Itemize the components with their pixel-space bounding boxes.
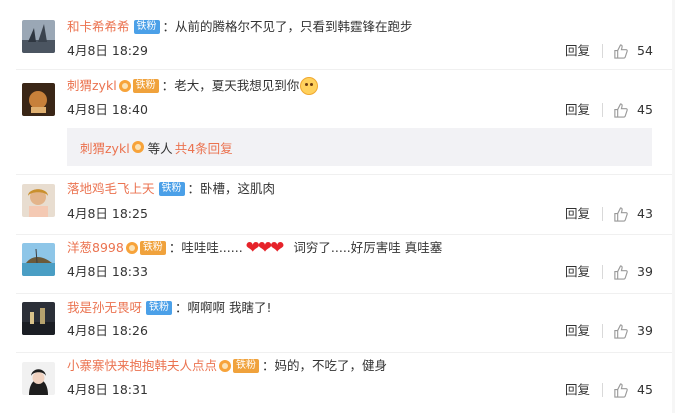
heart-emoji-icon: ❤❤❤ [245, 238, 285, 258]
iron-fan-badge: 铁粉 [158, 182, 185, 196]
sub-reply-others: 等人 [147, 140, 173, 156]
reply-button[interactable]: 回复 [565, 43, 590, 59]
comment-actions: 回复 45 [565, 382, 660, 398]
thumbs-up-icon[interactable] [613, 102, 628, 118]
separator: ： [161, 78, 175, 93]
view-all-replies-link[interactable]: 共4条回复 [175, 138, 233, 157]
divider [602, 324, 604, 338]
reply-button[interactable]: 回复 [565, 206, 590, 222]
separator: ： [262, 358, 275, 373]
avatar[interactable] [22, 20, 55, 53]
comment-actions: 回复 39 [565, 323, 660, 339]
comment-actions: 回复 45 [565, 102, 660, 118]
thumbs-up-icon[interactable] [613, 206, 628, 222]
username-link[interactable]: 落地鸡毛飞上天 [67, 179, 155, 199]
vip-icon [118, 80, 131, 92]
reply-button[interactable]: 回复 [565, 264, 590, 280]
divider [602, 265, 604, 279]
separator: ： [162, 19, 176, 34]
divider [602, 103, 604, 117]
vip-icon [131, 141, 144, 153]
thumbs-up-icon[interactable] [613, 43, 628, 59]
thumbs-up-icon[interactable] [613, 264, 628, 280]
reply-button[interactable]: 回复 [565, 323, 590, 339]
comment-text: 啊啊啊 我瞎了! [187, 300, 272, 315]
comment-actions: 回复 43 [565, 206, 660, 222]
laughing-emoji-icon [300, 77, 319, 95]
comment-time: 4月8日 18:40 [67, 102, 148, 117]
iron-fan-badge: 铁粉 [146, 301, 173, 315]
comment-item: 落地鸡毛飞上天 铁粉 ： 卧槽，这肌肉 4月8日 18:25 回复 43 [0, 175, 675, 234]
username-link[interactable]: 小寨寨快来抱抱韩夫人点点 [67, 356, 217, 376]
avatar[interactable] [22, 243, 55, 276]
comment-time: 4月8日 18:33 [67, 264, 148, 279]
like-count: 39 [637, 264, 653, 279]
separator: ： [187, 181, 201, 196]
like-count: 43 [637, 206, 653, 221]
comment-line: 和卡希希希 铁粉 ： 从前的腾格尔不见了，只看到韩霆锋在跑步 [67, 17, 413, 37]
comment-text: 词穷了.....好厉害哇 真哇塞 [293, 240, 443, 255]
comment-item: 我是孙无畏呀 铁粉 ： 啊啊啊 我瞎了! 4月8日 18:26 回复 39 [0, 294, 675, 352]
comment-line: 我是孙无畏呀 铁粉 ： 啊啊啊 我瞎了! [67, 298, 272, 318]
comment-actions: 回复 54 [565, 43, 660, 59]
comment-item: 小寨寨快来抱抱韩夫人点点 铁粉 ： 妈的，不吃了，健身 4月8日 18:31 回… [0, 353, 675, 413]
sub-reply-summary[interactable]: 刺猬zykl 等人 共4条回复 [67, 128, 652, 166]
comment-line: 刺猬zykl 铁粉 ： 老大，夏天我想见到你 [67, 76, 319, 96]
thumbs-up-icon[interactable] [613, 323, 628, 339]
avatar[interactable] [22, 184, 55, 217]
comment-text: 卧槽，这肌肉 [200, 181, 276, 196]
username-link[interactable]: 刺猬zykl [67, 76, 117, 96]
username-link[interactable]: 和卡希希希 [67, 17, 130, 37]
divider [602, 44, 604, 58]
like-count: 54 [637, 43, 653, 58]
divider [602, 383, 604, 397]
avatar[interactable] [22, 362, 55, 395]
divider [602, 207, 604, 221]
iron-fan-badge: 铁粉 [139, 241, 166, 255]
vip-icon [125, 242, 138, 254]
reply-button[interactable]: 回复 [565, 382, 590, 398]
comment-line: 落地鸡毛飞上天 铁粉 ： 卧槽，这肌肉 [67, 179, 275, 199]
sub-reply-user[interactable]: 刺猬zykl [80, 138, 130, 157]
reply-button[interactable]: 回复 [565, 102, 590, 118]
comment-time: 4月8日 18:31 [67, 382, 148, 397]
comment-line: 洋葱8998 铁粉 ： 哇哇哇...... ❤❤❤ 词穷了.....好厉害哇 真… [67, 238, 442, 258]
iron-fan-badge: 铁粉 [233, 359, 260, 373]
comment-text: 从前的腾格尔不见了，只看到韩霆锋在跑步 [175, 19, 413, 34]
comment-item: 和卡希希希 铁粉 ： 从前的腾格尔不见了，只看到韩霆锋在跑步 4月8日 18:2… [0, 0, 675, 70]
separator: ： [168, 240, 182, 255]
comment-text: 老大，夏天我想见到你 [174, 78, 300, 93]
avatar[interactable] [22, 83, 55, 116]
comment-line: 小寨寨快来抱抱韩夫人点点 铁粉 ： 妈的，不吃了，健身 [67, 356, 387, 376]
username-link[interactable]: 我是孙无畏呀 [67, 298, 142, 318]
like-count: 45 [637, 382, 653, 397]
comment-actions: 回复 39 [565, 264, 660, 280]
like-count: 39 [637, 323, 653, 338]
iron-fan-badge: 铁粉 [132, 79, 159, 93]
comment-time: 4月8日 18:29 [67, 43, 148, 58]
comment-time: 4月8日 18:26 [67, 323, 148, 338]
comment-text: 妈的，不吃了，健身 [274, 358, 388, 373]
avatar[interactable] [22, 302, 55, 335]
like-count: 45 [637, 102, 653, 117]
vip-icon [219, 360, 232, 372]
separator: ： [175, 300, 188, 315]
username-link[interactable]: 洋葱8998 [67, 238, 124, 258]
thumbs-up-icon[interactable] [613, 382, 628, 398]
iron-fan-badge: 铁粉 [133, 20, 160, 34]
comment-text: 哇哇哇...... [181, 240, 243, 255]
comment-time: 4月8日 18:25 [67, 206, 148, 221]
comment-item: 洋葱8998 铁粉 ： 哇哇哇...... ❤❤❤ 词穷了.....好厉害哇 真… [0, 235, 675, 293]
